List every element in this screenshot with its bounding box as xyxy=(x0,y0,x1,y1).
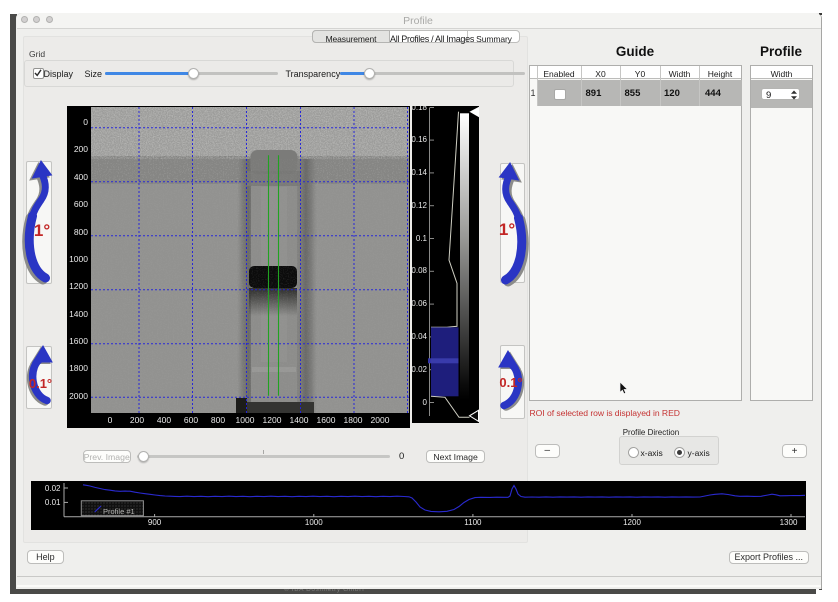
svg-text:0.1°: 0.1° xyxy=(499,375,522,390)
svg-text:1°: 1° xyxy=(499,220,515,239)
svg-text:0.1°: 0.1° xyxy=(28,376,51,391)
svg-text:1°: 1° xyxy=(33,221,49,240)
